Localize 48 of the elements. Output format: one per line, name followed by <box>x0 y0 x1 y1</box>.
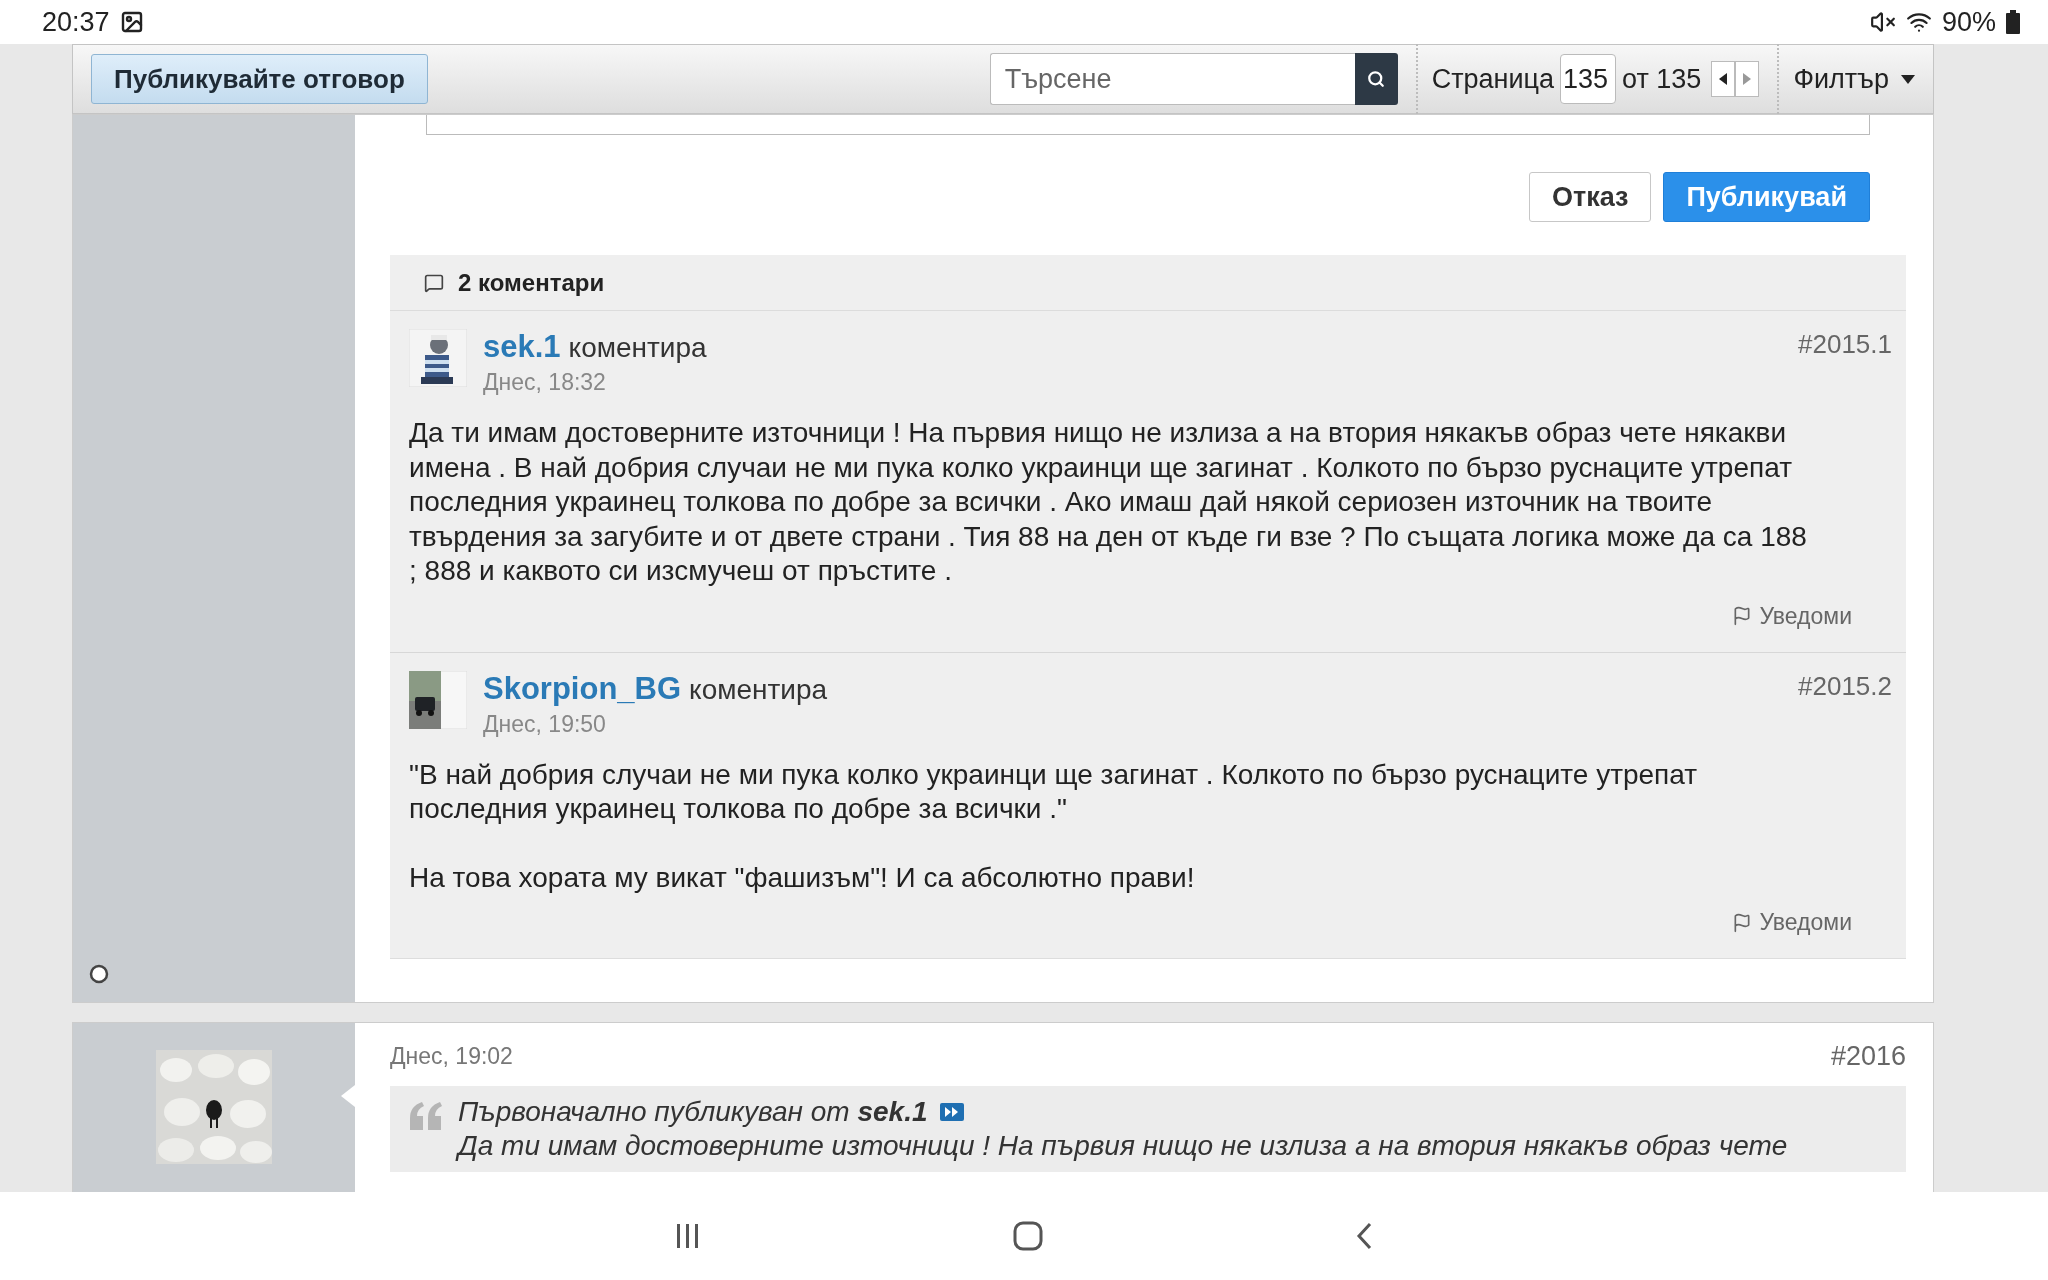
author-link[interactable]: Skorpion_BG <box>483 670 682 707</box>
search-button[interactable] <box>1354 53 1398 105</box>
post-number: #2016 <box>1830 1041 1906 1072</box>
report-button[interactable]: Уведоми <box>1731 909 1852 936</box>
page-total: от 135 <box>1622 63 1702 95</box>
comment-icon <box>424 272 444 293</box>
comments-count: 2 коментари <box>458 268 605 297</box>
reply-field[interactable] <box>426 115 1870 135</box>
post-reply-button[interactable]: Публикувайте отговор <box>91 54 428 104</box>
comment-text: На това хората му викат "фашизъм"! И са абсолютно прави! <box>409 860 1196 895</box>
battery-percent: 90% <box>1941 6 1996 38</box>
home-icon <box>1013 1221 1043 1251</box>
recent-apps-button[interactable] <box>676 1223 701 1249</box>
recent-apps-icon <box>676 1223 701 1249</box>
clock-time: 20:37 <box>42 6 110 38</box>
page-number-field[interactable]: 135 <box>1560 54 1617 104</box>
previous-page-button[interactable] <box>1711 61 1736 97</box>
search-field[interactable]: Търсене <box>989 53 1355 105</box>
battery-icon <box>2006 10 2020 34</box>
post-date: Днес, 19:02 <box>390 1043 513 1070</box>
image-icon <box>119 10 144 34</box>
filter-dropdown[interactable]: Филтър <box>1793 63 1915 95</box>
comment-action: коментира <box>568 332 707 364</box>
comment-date: Днес, 18:32 <box>483 369 607 396</box>
comment-text: "В най добрия случаи не ми пука колко украинци ще загинат . Колкото по бързо руснаците утрепат последния украинец толкова по добре за всички ." <box>409 757 1699 826</box>
comment-number: #2015.1 <box>1798 329 1892 360</box>
quote-icon <box>410 1102 442 1130</box>
quote-attribution: Първоначално публикуван от sek.1 <box>458 1096 928 1128</box>
caret-icon <box>1901 74 1915 84</box>
left-triangle-icon <box>1719 73 1728 85</box>
page-label: Страница <box>1431 63 1555 95</box>
jump-to-post-icon[interactable] <box>939 1103 964 1121</box>
comment-date: Днес, 19:50 <box>483 710 607 738</box>
back-icon <box>1355 1222 1372 1250</box>
comment-number: #2015.2 <box>1798 670 1892 702</box>
comment-action: коментира <box>689 673 828 706</box>
right-triangle-icon <box>1743 73 1752 85</box>
search-icon <box>1367 70 1386 88</box>
post-pointer <box>341 1085 355 1107</box>
comment-text: Да ти имам достоверните източници ! На първия нищо не излиза а на втория някакъв образ чете някакви имена . В най добрия случаи не ми пука колко украинци ще загинат . Колкото по бързо руснаците утрепат последния украинец толкова по добре за всички . Ако имаш дай някой сериозен източник на твоите твърдения за загубите и от двете страни . Тия 88 на ден от къде ги взе ? По същата логика може да са 188 ; 888 и каквото си изсмучеш от пръстите . <box>409 416 1808 588</box>
author-link[interactable]: sek.1 <box>483 329 561 365</box>
home-button[interactable] <box>1013 1221 1043 1251</box>
publish-button[interactable]: Публикувай <box>1663 172 1870 222</box>
report-button[interactable]: Уведоми <box>1731 602 1852 630</box>
back-button[interactable] <box>1355 1222 1372 1250</box>
status-circle-icon <box>89 964 109 984</box>
cancel-button[interactable]: Отказ <box>1528 172 1652 222</box>
mute-icon <box>1869 9 1896 35</box>
